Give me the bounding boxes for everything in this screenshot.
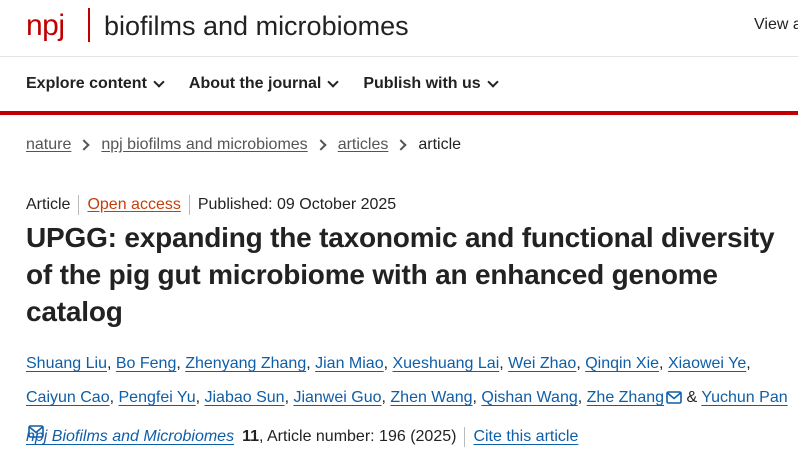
author-link[interactable]: Caiyun Cao [26,389,110,406]
published-date: Published: 09 October 2025 [197,196,397,213]
brand-accent-bar [0,111,798,115]
author-link[interactable]: Jiabao Sun [205,389,285,406]
meta-divider [78,195,80,215]
chevron-down-icon [487,76,499,88]
author-separator: , [659,355,668,372]
view-all-journals-link[interactable]: View a [754,16,798,34]
author-separator: , [577,389,587,406]
cite-this-article-link[interactable]: Cite this article [473,428,578,446]
author-separator: , [109,389,119,406]
chevron-down-icon [327,76,340,88]
author-separator: , [195,389,205,406]
author-link[interactable]: Zhe Zhang [587,389,664,406]
author-separator: , [306,355,316,372]
author-separator: , [499,355,509,372]
nav-item-label: Explore content [26,75,147,92]
citation-divider [464,427,466,447]
main-nav: Explore content About the journal Publis… [26,72,499,96]
citation-line: npj Biofilms and Microbiomes 11 , Articl… [26,427,578,447]
site-header: npj biofilms and microbiomes View a [0,0,798,56]
author-link[interactable]: Jianwei Guo [293,389,381,406]
author-link[interactable]: Bo Feng [116,355,176,372]
nav-item-label: Publish with us [363,75,481,92]
author-link[interactable]: Wei Zhao [508,355,576,372]
author-link[interactable]: Yuchun Pan [701,389,787,406]
author-link[interactable]: Zhen Wang [390,389,472,406]
breadcrumb-current: article [418,136,462,153]
article-type: Article [26,196,71,213]
article-title: UPGG: expanding the taxonomic and functi… [26,222,775,327]
author-separator: & [682,389,702,406]
citation-journal-link[interactable]: npj Biofilms and Microbiomes [26,428,234,446]
author-link[interactable]: Qinqin Xie [585,355,659,372]
author-separator: , [176,355,186,372]
author-link[interactable]: Jian Miao [315,355,383,372]
author-separator: , [576,355,586,372]
citation-volume: 11 [242,428,259,445]
nav-explore-content[interactable]: Explore content [26,72,165,96]
nav-publish-with-us[interactable]: Publish with us [363,72,499,96]
author-link[interactable]: Pengfei Yu [119,389,196,406]
citation-info: , Article number: 196 (2025) [259,428,457,445]
email-icon[interactable] [666,391,682,404]
breadcrumb: nature npj biofilms and microbiomes arti… [26,136,461,154]
chevron-down-icon [153,76,165,88]
nav-about-journal[interactable]: About the journal [188,72,340,96]
author-link[interactable]: Xueshuang Lai [392,355,499,372]
chevron-right-icon [78,139,91,151]
author-link[interactable]: Xiaowei Ye [668,355,746,372]
breadcrumb-link-journal[interactable]: npj biofilms and microbiomes [101,136,307,154]
npj-logo[interactable]: npj [26,8,65,44]
author-link[interactable]: Zhenyang Zhang [185,355,306,372]
author-link[interactable]: Qishan Wang [481,389,577,406]
logo-divider [88,8,90,42]
breadcrumb-link-articles[interactable]: articles [338,136,389,154]
author-link[interactable]: Shuang Liu [26,355,107,372]
journal-name-link[interactable]: biofilms and microbiomes [104,8,409,44]
article-meta: Article Open access Published: 09 Octobe… [26,195,396,215]
chevron-right-icon [395,139,408,151]
nav-item-label: About the journal [188,75,322,92]
header-divider [0,56,798,57]
author-separator: , [746,355,751,372]
breadcrumb-link-nature[interactable]: nature [26,136,71,154]
chevron-right-icon [315,139,327,151]
meta-divider [188,195,190,215]
author-separator: , [106,355,116,372]
open-access-link[interactable]: Open access [87,196,180,214]
